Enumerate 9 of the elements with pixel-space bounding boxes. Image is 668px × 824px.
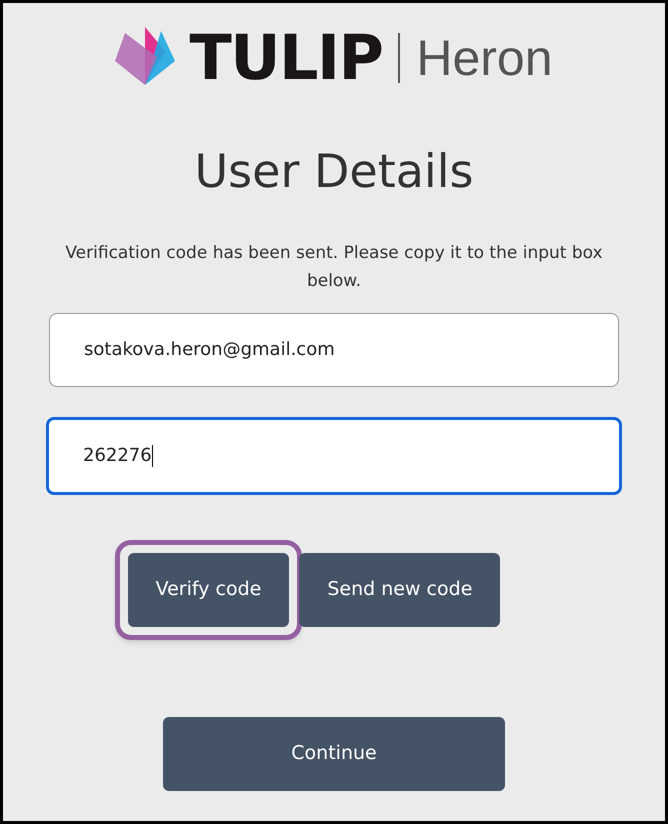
logo-brand: TULIP — [189, 27, 382, 89]
page-title: User Details — [194, 143, 474, 200]
continue-button[interactable]: Continue — [163, 716, 505, 790]
logo-product: Heron — [416, 33, 553, 83]
action-button[interactable]: Send new code — [299, 552, 500, 626]
instruction-text: Verification code has been sent. Please copy it to the input box below. — [64, 242, 604, 292]
input-field[interactable]: 262276 — [46, 416, 622, 494]
action-button[interactable]: Verify code — [128, 552, 290, 626]
input-field[interactable]: sotakova.heron@gmail.com — [49, 312, 619, 386]
